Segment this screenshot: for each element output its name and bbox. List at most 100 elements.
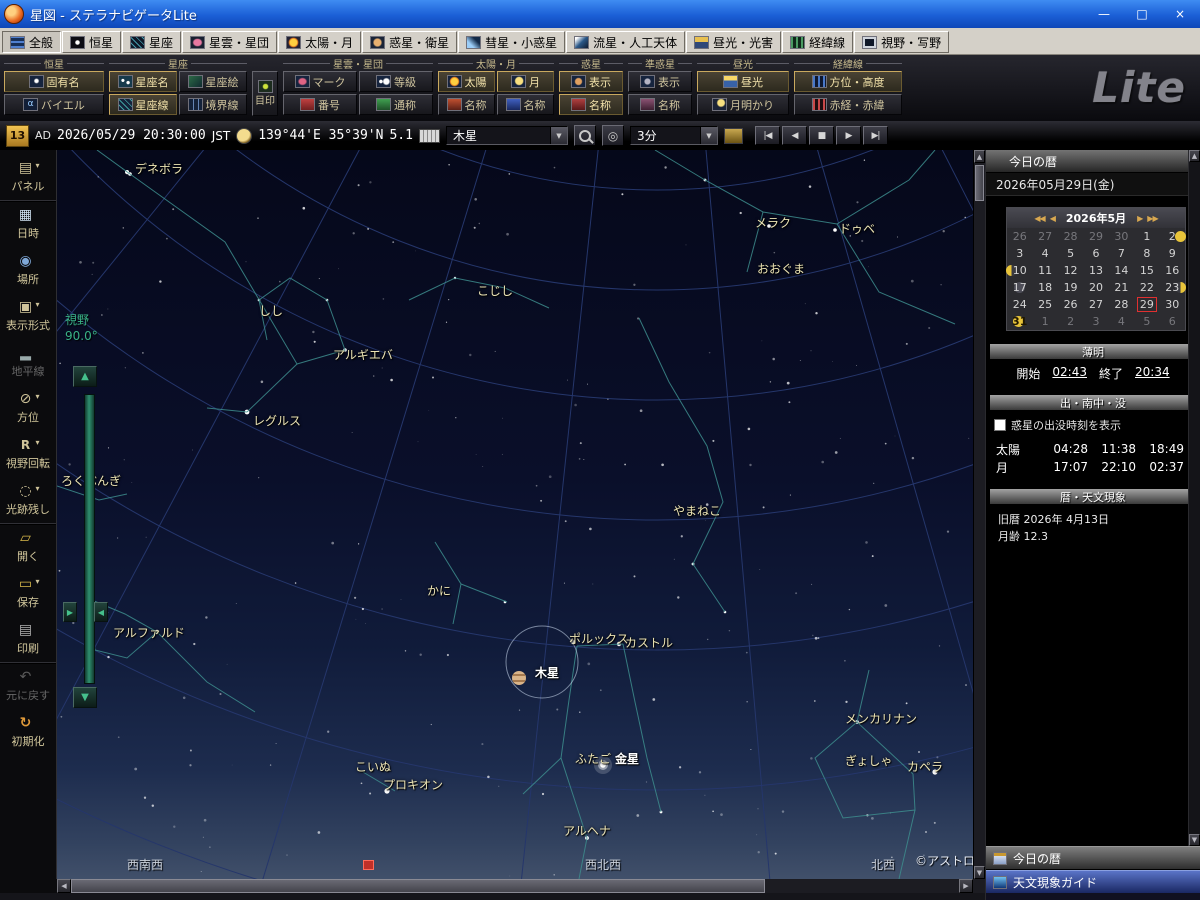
day-badge[interactable]: 13 xyxy=(6,124,29,147)
chevron-down-icon[interactable] xyxy=(699,127,717,144)
zoom-slider-handle-left[interactable] xyxy=(63,602,77,622)
calendar-day[interactable]: 3 xyxy=(1007,245,1032,262)
toolbar-button[interactable]: 表示 xyxy=(628,71,692,92)
chevron-down-icon[interactable] xyxy=(549,127,567,144)
panel-tab[interactable]: 天文現象ガイド xyxy=(986,870,1200,895)
landmark-button[interactable]: 目印 xyxy=(252,71,278,116)
sidebar-item[interactable]: ▾ パネル xyxy=(0,154,56,201)
step-mode-icon[interactable] xyxy=(723,127,743,144)
calendar-day[interactable]: 5 xyxy=(1134,313,1159,330)
sidebar-item[interactable]: ▾ 印刷 xyxy=(0,616,56,663)
zoom-up-button[interactable] xyxy=(73,366,97,387)
ribbon-tab[interactable]: 太陽・月 xyxy=(278,31,362,53)
toolbar-button[interactable]: 太陽 xyxy=(438,71,495,92)
playback-button[interactable]: ▶| xyxy=(862,126,888,145)
toolbar-button[interactable]: 星座線 xyxy=(109,94,177,115)
toolbar-button[interactable]: 名称 xyxy=(628,94,692,115)
sidebar-item[interactable]: ▾ 方位 xyxy=(0,385,56,431)
twilight-start-time[interactable]: 02:43 xyxy=(1052,365,1087,382)
prev-month-button[interactable]: ◀ xyxy=(1050,214,1056,223)
calendar-day[interactable]: 16 xyxy=(1160,262,1185,279)
toolbar-button[interactable]: 表示 xyxy=(559,71,623,92)
scroll-down-arrow[interactable] xyxy=(1189,834,1200,846)
calendar-day[interactable]: 4 xyxy=(1109,313,1134,330)
calendar-day[interactable]: 29 xyxy=(1083,228,1108,245)
toolbar-button[interactable]: 境界線 xyxy=(179,94,247,115)
calendar-day[interactable]: 10 xyxy=(1006,262,1032,279)
next-month-button[interactable]: ▶ xyxy=(1137,214,1143,223)
horizontal-scrollbar[interactable] xyxy=(57,879,973,893)
calendar-day[interactable]: 25 xyxy=(1032,296,1057,313)
zoom-slider-track[interactable] xyxy=(84,394,95,684)
playback-button[interactable]: |◀ xyxy=(754,126,780,145)
calendar-day[interactable]: 30 xyxy=(1109,228,1134,245)
scroll-down-arrow[interactable] xyxy=(974,866,985,879)
calendar-day[interactable]: 17 xyxy=(1007,279,1032,296)
calendar-day[interactable]: 4 xyxy=(1032,245,1057,262)
horizontal-scroll-thumb[interactable] xyxy=(71,879,765,893)
calendar-day[interactable]: 21 xyxy=(1109,279,1134,296)
time-step-combobox[interactable]: 3分 xyxy=(629,126,718,145)
sidebar-item[interactable]: ▾ 保存 xyxy=(0,570,56,616)
calendar-day[interactable]: 30 xyxy=(1160,296,1185,313)
calendar-day[interactable]: 27 xyxy=(1032,228,1057,245)
zoom-slider-handle-right[interactable] xyxy=(94,602,108,622)
calendar-day[interactable]: 18 xyxy=(1032,279,1057,296)
toolbar-button[interactable]: 名称 xyxy=(438,94,495,115)
datetime-value[interactable]: 2026/05/29 20:30:00 xyxy=(57,128,206,143)
calendar-day[interactable]: 28 xyxy=(1058,228,1083,245)
vertical-scroll-thumb[interactable] xyxy=(975,165,984,201)
calendar-day[interactable]: 1 xyxy=(1134,228,1159,245)
calendar-day[interactable]: 31 xyxy=(1007,313,1032,330)
calendar-day[interactable]: 9 xyxy=(1160,245,1185,262)
calendar-day[interactable]: 2 xyxy=(1160,228,1186,245)
toolbar-button[interactable]: 名称 xyxy=(559,94,623,115)
star-chart[interactable]: デネボラメラクドゥベおおぐまこじしししアルギエバレグルスろくぶんぎやまねこかにポ… xyxy=(57,150,973,879)
toolbar-button[interactable]: 通称 xyxy=(359,94,433,115)
toolbar-button[interactable]: 番号 xyxy=(283,94,357,115)
calendar-day[interactable]: 26 xyxy=(1007,228,1032,245)
panel-scrollbar[interactable] xyxy=(1188,150,1200,846)
panel-tab[interactable]: 今日の暦 xyxy=(986,846,1200,870)
ribbon-tab[interactable]: 視野・写野 xyxy=(854,31,950,53)
calendar-day[interactable]: 6 xyxy=(1083,245,1108,262)
calendar-day[interactable]: 24 xyxy=(1007,296,1032,313)
scroll-up-arrow[interactable] xyxy=(1189,150,1200,162)
ribbon-tab[interactable]: 全般 xyxy=(2,31,62,53)
scroll-up-arrow[interactable] xyxy=(974,150,985,163)
sidebar-item[interactable]: ▾ 視野回転 xyxy=(0,431,56,477)
calendar-day[interactable]: 26 xyxy=(1058,296,1083,313)
sidebar-item[interactable]: ▾ 開く xyxy=(0,524,56,570)
close-button[interactable]: × xyxy=(1164,4,1196,25)
sidebar-item[interactable]: ▾ 表示形式 xyxy=(0,293,56,339)
zoom-down-button[interactable] xyxy=(73,687,97,708)
ribbon-tab[interactable]: 流星・人工天体 xyxy=(566,31,686,53)
ribbon-tab[interactable]: 惑星・衛星 xyxy=(362,31,458,53)
calendar-day[interactable]: 20 xyxy=(1083,279,1108,296)
minimize-button[interactable]: — xyxy=(1088,4,1120,25)
object-search-combobox[interactable]: 木星 xyxy=(445,126,568,145)
twilight-end-time[interactable]: 20:34 xyxy=(1135,365,1170,382)
calendar-day[interactable]: 15 xyxy=(1134,262,1159,279)
ribbon-tab[interactable]: 昼光・光害 xyxy=(686,31,782,53)
calendar-day[interactable]: 12 xyxy=(1058,262,1083,279)
calendar-day[interactable]: 13 xyxy=(1083,262,1108,279)
toolbar-button[interactable]: 固有名 xyxy=(4,71,104,92)
ribbon-tab[interactable]: 経緯線 xyxy=(782,31,854,53)
toolbar-button[interactable]: 昼光 xyxy=(697,71,789,92)
playback-button[interactable]: ■ xyxy=(808,126,834,145)
calendar-day[interactable]: 5 xyxy=(1058,245,1083,262)
ribbon-tab[interactable]: 彗星・小惑星 xyxy=(458,31,566,53)
next-year-button[interactable]: ▶▶ xyxy=(1147,214,1158,223)
calendar-day[interactable]: 11 xyxy=(1032,262,1057,279)
calendar-day[interactable]: 3 xyxy=(1083,313,1108,330)
calendar-day[interactable]: 27 xyxy=(1083,296,1108,313)
calendar-day[interactable]: 28 xyxy=(1109,296,1134,313)
magnitude-limit[interactable]: 5.1 xyxy=(389,128,412,143)
toolbar-button[interactable]: 月 xyxy=(497,71,554,92)
ribbon-tab[interactable]: 星雲・星団 xyxy=(182,31,278,53)
toolbar-button[interactable]: 等級 xyxy=(359,71,433,92)
center-target-button[interactable] xyxy=(601,125,624,146)
sidebar-item[interactable]: ▾ 地平線 xyxy=(0,339,56,385)
checkbox[interactable] xyxy=(994,419,1006,431)
